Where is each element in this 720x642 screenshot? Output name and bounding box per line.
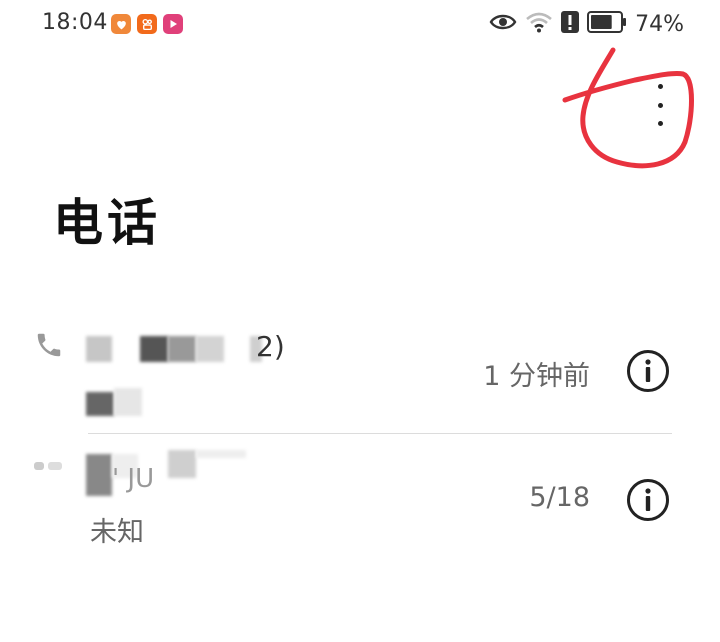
- red-circle-annotation: [562, 47, 694, 169]
- redacted-block: [86, 454, 112, 496]
- battery-percent: 74%: [635, 11, 684, 37]
- phone-incoming-icon: [34, 330, 64, 364]
- redacted-block: [140, 336, 168, 362]
- contact-subtitle: 未知: [90, 517, 144, 548]
- call-time: 1 分钟前: [483, 361, 590, 392]
- status-time: 18:04: [42, 10, 108, 35]
- more-vert-icon: [657, 84, 663, 89]
- redacted-block: [86, 336, 112, 362]
- kuaishou-app-icon: [137, 14, 157, 34]
- info-icon: [627, 350, 669, 392]
- info-icon: [627, 479, 669, 521]
- contact-number-partial: 2): [256, 330, 285, 363]
- status-right-group: 74%: [489, 11, 684, 37]
- phone-outgoing-icon: [34, 456, 64, 482]
- notification-app-icons: [111, 14, 183, 34]
- more-options-button[interactable]: [640, 80, 680, 130]
- battery-icon: [587, 11, 627, 37]
- call-log-row[interactable]: ' JU 未知 5/18: [0, 440, 720, 550]
- video-app-icon: [163, 14, 183, 34]
- row-divider: [88, 433, 672, 434]
- eye-icon: [489, 12, 517, 36]
- status-bar: 18:04 74%: [0, 0, 720, 50]
- contact-number-partial: ' JU: [112, 464, 155, 494]
- more-vert-dot: [657, 102, 663, 108]
- call-details-button[interactable]: [626, 349, 670, 393]
- redacted-block: [196, 450, 246, 458]
- wifi-icon: [525, 11, 553, 37]
- alert-icon: [561, 11, 580, 37]
- redacted-block: [86, 392, 114, 416]
- redacted-block: [168, 336, 196, 362]
- redacted-block: [114, 388, 142, 416]
- page-title: 电话: [53, 194, 161, 252]
- call-details-button[interactable]: [626, 478, 670, 522]
- redacted-block: [196, 336, 224, 362]
- call-time: 5/18: [529, 482, 590, 513]
- redacted-block: [168, 450, 196, 478]
- more-vert-dot: [657, 121, 663, 126]
- heart-app-icon: [111, 14, 131, 34]
- call-log-row[interactable]: 2) 1 分钟前: [0, 320, 720, 433]
